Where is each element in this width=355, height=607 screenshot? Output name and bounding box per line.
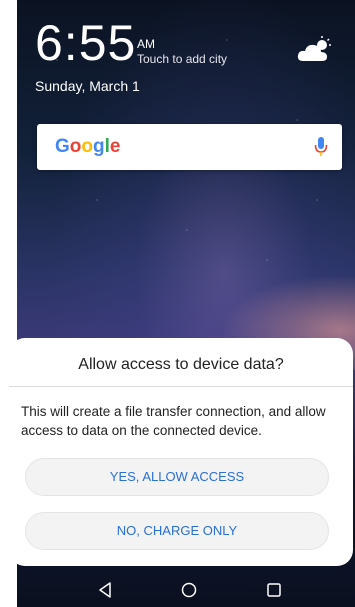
add-city-link[interactable]: Touch to add city (137, 52, 227, 66)
google-logo: Google (55, 136, 121, 157)
google-search-bar[interactable]: Google (37, 124, 342, 170)
usb-access-dialog: Allow access to device data? This will c… (9, 338, 353, 566)
back-icon[interactable] (95, 580, 115, 600)
dialog-title: Allow access to device data? (78, 356, 284, 373)
partly-cloudy-icon[interactable] (297, 35, 333, 63)
clock-ampm: AM (137, 37, 155, 51)
date-label: Sunday, March 1 (35, 78, 140, 94)
navigation-bar (17, 572, 355, 607)
allow-access-button[interactable]: YES, ALLOW ACCESS (25, 458, 329, 496)
recents-icon[interactable] (264, 580, 284, 600)
home-icon[interactable] (179, 580, 199, 600)
microphone-icon[interactable] (314, 136, 328, 158)
clock-time: 6:55 (35, 15, 137, 71)
dialog-divider (9, 386, 353, 387)
charge-only-button[interactable]: NO, CHARGE ONLY (25, 512, 329, 550)
dialog-message: This will create a file transfer connect… (21, 404, 326, 438)
